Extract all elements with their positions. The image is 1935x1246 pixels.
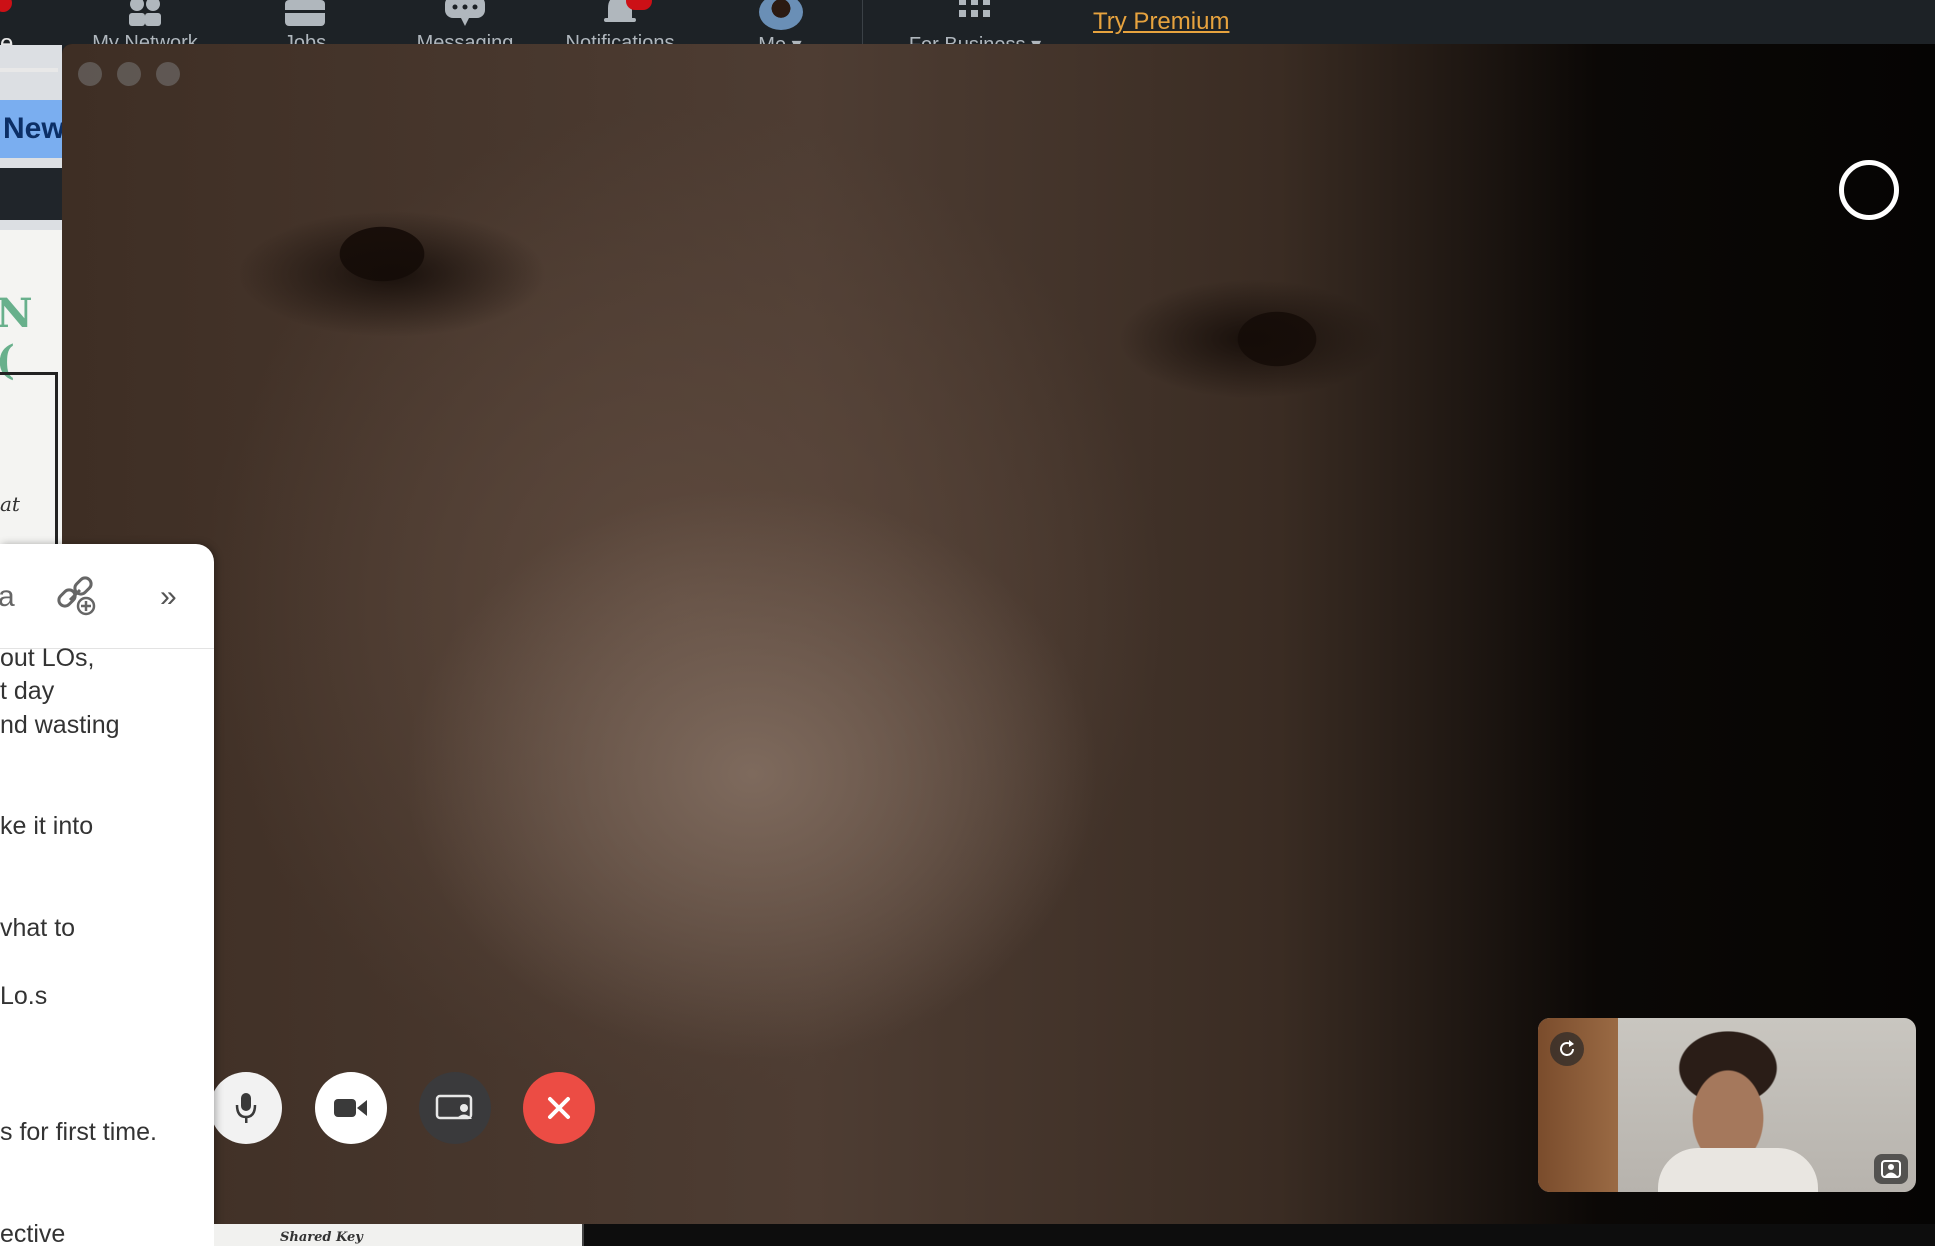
briefcase-icon bbox=[285, 0, 325, 26]
microphone-icon bbox=[235, 1093, 257, 1123]
nav-notifications[interactable]: Notifications bbox=[545, 0, 695, 45]
window-zoom-button[interactable] bbox=[156, 62, 180, 86]
note-line: nd wasting bbox=[0, 711, 120, 739]
note-line: s for first time. bbox=[0, 1118, 157, 1146]
note-line: out LOs, bbox=[0, 644, 95, 672]
facetime-call-window[interactable] bbox=[62, 44, 1935, 1224]
handwritten-text-fragment: at bbox=[0, 492, 20, 516]
background-doc-bottom: Shared Key bbox=[214, 1224, 584, 1246]
doc-divider bbox=[582, 1224, 584, 1246]
note-line: t day bbox=[0, 677, 55, 705]
grid-icon bbox=[959, 0, 990, 17]
background-toolbar bbox=[0, 168, 62, 220]
new-button[interactable]: New bbox=[0, 100, 62, 158]
self-view-preview[interactable] bbox=[1538, 1018, 1916, 1192]
handwritten-title-fragment: N ( bbox=[0, 290, 33, 384]
note-line: Lo.s bbox=[0, 982, 48, 1010]
background-page: N ( at bbox=[0, 230, 62, 550]
portrait-mode-icon[interactable] bbox=[1874, 1154, 1908, 1184]
home-tab-underline bbox=[0, 68, 58, 72]
add-link-icon[interactable] bbox=[54, 574, 98, 618]
nav-me[interactable]: Me ▾ bbox=[730, 0, 830, 45]
camera-button[interactable] bbox=[315, 1072, 387, 1144]
self-view-person bbox=[1658, 1148, 1818, 1192]
people-icon bbox=[129, 0, 161, 26]
notes-panel[interactable]: a » out LOs, t day nd wasting ke it into… bbox=[0, 544, 214, 1246]
nav-my-network[interactable]: My Network bbox=[70, 0, 220, 45]
nav-divider bbox=[862, 0, 863, 45]
screen-share-icon bbox=[435, 1094, 473, 1120]
chat-icon bbox=[445, 0, 485, 26]
nav-home-label[interactable]: e bbox=[0, 30, 13, 45]
flip-camera-icon[interactable] bbox=[1550, 1032, 1584, 1066]
notes-toolbar-text[interactable]: a bbox=[0, 580, 15, 614]
note-line: ective bbox=[0, 1220, 66, 1246]
window-close-button[interactable] bbox=[78, 62, 102, 86]
notes-toolbar: a » bbox=[0, 544, 214, 649]
background-top-nav: e My Network Jobs Messaging Notification… bbox=[0, 0, 1935, 45]
window-minimize-button[interactable] bbox=[117, 62, 141, 86]
mic-button[interactable] bbox=[210, 1072, 282, 1144]
note-line: ke it into bbox=[0, 812, 94, 840]
capture-photo-button[interactable] bbox=[1839, 160, 1899, 220]
nav-jobs[interactable]: Jobs bbox=[255, 0, 355, 45]
end-call-button[interactable] bbox=[523, 1072, 595, 1144]
nav-for-business[interactable]: For Business ▾ bbox=[880, 0, 1070, 45]
home-notification-dot bbox=[0, 0, 12, 12]
screen-share-button[interactable] bbox=[419, 1072, 491, 1144]
chevron-double-right-icon[interactable]: » bbox=[160, 580, 177, 614]
video-camera-icon bbox=[334, 1099, 367, 1117]
try-premium-link[interactable]: Try Premium bbox=[1093, 8, 1229, 36]
close-icon bbox=[548, 1097, 570, 1119]
drawn-box bbox=[0, 372, 58, 550]
nav-messaging[interactable]: Messaging bbox=[395, 0, 535, 45]
shared-key-label: Shared Key bbox=[280, 1230, 363, 1245]
note-line: vhat to bbox=[0, 914, 76, 942]
